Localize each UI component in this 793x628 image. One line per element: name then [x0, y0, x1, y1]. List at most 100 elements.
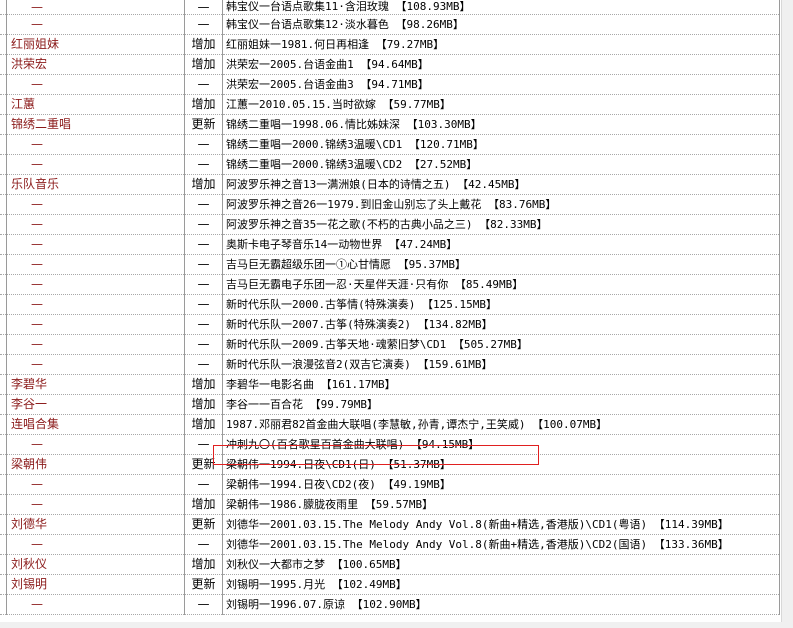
- artist-cell[interactable]: —: [6, 494, 185, 515]
- artist-cell[interactable]: —: [6, 334, 185, 355]
- artist-cell[interactable]: —: [6, 534, 185, 555]
- action-cell[interactable]: —: [184, 214, 223, 235]
- table-row[interactable]: 刘秋仪 增加 刘秋仪一大都市之梦 【100.65MB】: [0, 554, 780, 575]
- table-row[interactable]: — 增加 梁朝伟一1986.朦胧夜雨里 【59.57MB】: [0, 494, 780, 515]
- action-cell[interactable]: 更新: [184, 514, 223, 535]
- table-row[interactable]: — — 锦绣二重唱一2000.锦绣3温暖\CD1 【120.71MB】: [0, 134, 780, 155]
- action-cell[interactable]: —: [184, 154, 223, 175]
- album-cell[interactable]: 红丽姐妹一1981.何日再相逢 【79.27MB】: [222, 34, 780, 55]
- table-row[interactable]: 洪荣宏 增加 洪荣宏一2005.台语金曲1 【94.64MB】: [0, 54, 780, 75]
- album-cell[interactable]: 洪荣宏一2005.台语金曲3 【94.71MB】: [222, 74, 780, 95]
- artist-cell[interactable]: —: [6, 314, 185, 335]
- action-cell[interactable]: —: [184, 534, 223, 555]
- artist-cell[interactable]: —: [6, 194, 185, 215]
- table-row[interactable]: — — 刘德华一2001.03.15.The Melody Andy Vol.8(新…: [0, 534, 780, 555]
- action-cell[interactable]: 增加: [184, 394, 223, 415]
- horizontal-scrollbar[interactable]: [0, 622, 793, 628]
- album-cell[interactable]: 阿波罗乐神之音35一花之歌(不朽的古典小品之三) 【82.33MB】: [222, 214, 780, 235]
- album-cell[interactable]: 新时代乐队一2007.古筝(特殊演奏2) 【134.82MB】: [222, 314, 780, 335]
- album-cell[interactable]: 李碧华一电影名曲 【161.17MB】: [222, 374, 780, 395]
- table-row[interactable]: — — 奥斯卡电子琴音乐14一动物世界 【47.24MB】: [0, 234, 780, 255]
- artist-cell[interactable]: 江蕙: [6, 94, 185, 115]
- action-cell[interactable]: —: [184, 254, 223, 275]
- action-cell[interactable]: —: [184, 594, 223, 615]
- action-cell[interactable]: —: [184, 334, 223, 355]
- album-cell[interactable]: 刘德华一2001.03.15.The Melody Andy Vol.8(新曲+…: [222, 534, 780, 555]
- artist-cell[interactable]: —: [6, 14, 185, 35]
- table-row[interactable]: 刘德华 更新 刘德华一2001.03.15.The Melody Andy Vol.…: [0, 514, 780, 535]
- table-row[interactable]: — — 新时代乐队一2007.古筝(特殊演奏2) 【134.82MB】: [0, 314, 780, 335]
- artist-cell[interactable]: —: [6, 154, 185, 175]
- artist-cell[interactable]: —: [6, 294, 185, 315]
- table-row[interactable]: 李谷一 增加 李谷一一百合花 【99.79MB】: [0, 394, 780, 415]
- table-row[interactable]: — — 新时代乐队一2009.古筝天地·魂萦旧梦\CD1 【505.27MB】: [0, 334, 780, 355]
- album-cell[interactable]: 冲刺九〇(百名歌星百首金曲大联唱) 【94.15MB】: [222, 434, 780, 455]
- action-cell[interactable]: —: [184, 314, 223, 335]
- artist-cell[interactable]: —: [6, 0, 185, 15]
- table-row[interactable]: — — 阿波罗乐神之音26一1979.到旧金山别忘了头上戴花 【83.76MB】: [0, 194, 780, 215]
- album-cell[interactable]: 新时代乐队一浪漫弦音2(双吉它演奏) 【159.61MB】: [222, 354, 780, 375]
- action-cell[interactable]: 增加: [184, 34, 223, 55]
- artist-cell[interactable]: 刘秋仪: [6, 554, 185, 575]
- album-cell[interactable]: 梁朝伟一1994.日夜\CD2(夜) 【49.19MB】: [222, 474, 780, 495]
- action-cell[interactable]: 增加: [184, 554, 223, 575]
- table-row[interactable]: — — 韩宝仪一台语点歌集12·淡水暮色 【98.26MB】: [0, 14, 780, 35]
- album-cell[interactable]: 江蕙一2010.05.15.当时欲嫁 【59.77MB】: [222, 94, 780, 115]
- album-cell[interactable]: 梁朝伟一1986.朦胧夜雨里 【59.57MB】: [222, 494, 780, 515]
- vertical-scrollbar[interactable]: [781, 0, 793, 628]
- artist-cell[interactable]: —: [6, 234, 185, 255]
- album-cell[interactable]: 刘锡明一1996.07.原谅 【102.90MB】: [222, 594, 780, 615]
- table-row[interactable]: — — 新时代乐队一2000.古筝情(特殊演奏) 【125.15MB】: [0, 294, 780, 315]
- action-cell[interactable]: —: [184, 294, 223, 315]
- table-row[interactable]: — — 冲刺九〇(百名歌星百首金曲大联唱) 【94.15MB】: [0, 434, 780, 455]
- album-cell[interactable]: 韩宝仪一台语点歌集11·含泪玫瑰 【108.93MB】: [222, 0, 780, 15]
- album-cell[interactable]: 刘德华一2001.03.15.The Melody Andy Vol.8(新曲+…: [222, 514, 780, 535]
- table-row[interactable]: — — 锦绣二重唱一2000.锦绣3温暖\CD2 【27.52MB】: [0, 154, 780, 175]
- album-cell[interactable]: 新时代乐队一2009.古筝天地·魂萦旧梦\CD1 【505.27MB】: [222, 334, 780, 355]
- artist-cell[interactable]: 红丽姐妹: [6, 34, 185, 55]
- artist-cell[interactable]: —: [6, 474, 185, 495]
- table-row[interactable]: — — 阿波罗乐神之音35一花之歌(不朽的古典小品之三) 【82.33MB】: [0, 214, 780, 235]
- album-cell[interactable]: 刘锡明一1995.月光 【102.49MB】: [222, 574, 780, 595]
- action-cell[interactable]: —: [184, 0, 223, 15]
- table-row[interactable]: — — 吉马巨无霸超级乐团一①心甘情愿 【95.37MB】: [0, 254, 780, 275]
- artist-cell[interactable]: 梁朝伟: [6, 454, 185, 475]
- action-cell[interactable]: —: [184, 274, 223, 295]
- table-row[interactable]: 乐队音乐 增加 阿波罗乐神之音13一满洲娘(日本的诗情之五) 【42.45MB】: [0, 174, 780, 195]
- table-row[interactable]: 李碧华 增加 李碧华一电影名曲 【161.17MB】: [0, 374, 780, 395]
- artist-cell[interactable]: —: [6, 434, 185, 455]
- artist-cell[interactable]: —: [6, 134, 185, 155]
- action-cell[interactable]: —: [184, 474, 223, 495]
- artist-cell[interactable]: 锦绣二重唱: [6, 114, 185, 135]
- action-cell[interactable]: —: [184, 434, 223, 455]
- table-row[interactable]: — — 刘锡明一1996.07.原谅 【102.90MB】: [0, 594, 780, 615]
- album-cell[interactable]: 李谷一一百合花 【99.79MB】: [222, 394, 780, 415]
- table-row[interactable]: — — 梁朝伟一1994.日夜\CD2(夜) 【49.19MB】: [0, 474, 780, 495]
- table-row[interactable]: 连唱合集 增加 1987.邓丽君82首金曲大联唱(李慧敏,孙青,谭杰宁,王笑威) 【…: [0, 414, 780, 435]
- action-cell[interactable]: 增加: [184, 374, 223, 395]
- action-cell[interactable]: 更新: [184, 454, 223, 475]
- artist-cell[interactable]: 李碧华: [6, 374, 185, 395]
- table-row[interactable]: — — 吉马巨无霸电子乐团一忍·天星伴天涯·只有你 【85.49MB】: [0, 274, 780, 295]
- table-row[interactable]: 江蕙 增加 江蕙一2010.05.15.当时欲嫁 【59.77MB】: [0, 94, 780, 115]
- action-cell[interactable]: 增加: [184, 174, 223, 195]
- album-cell[interactable]: 新时代乐队一2000.古筝情(特殊演奏) 【125.15MB】: [222, 294, 780, 315]
- album-cell[interactable]: 韩宝仪一台语点歌集12·淡水暮色 【98.26MB】: [222, 14, 780, 35]
- artist-cell[interactable]: —: [6, 594, 185, 615]
- action-cell[interactable]: 增加: [184, 54, 223, 75]
- album-cell[interactable]: 吉马巨无霸超级乐团一①心甘情愿 【95.37MB】: [222, 254, 780, 275]
- table-row[interactable]: 刘锡明 更新 刘锡明一1995.月光 【102.49MB】: [0, 574, 780, 595]
- album-cell[interactable]: 刘秋仪一大都市之梦 【100.65MB】: [222, 554, 780, 575]
- action-cell[interactable]: —: [184, 134, 223, 155]
- album-cell[interactable]: 吉马巨无霸电子乐团一忍·天星伴天涯·只有你 【85.49MB】: [222, 274, 780, 295]
- album-cell[interactable]: 奥斯卡电子琴音乐14一动物世界 【47.24MB】: [222, 234, 780, 255]
- table-row[interactable]: — — 新时代乐队一浪漫弦音2(双吉它演奏) 【159.61MB】: [0, 354, 780, 375]
- table-row[interactable]: 梁朝伟 更新 梁朝伟一1994.日夜\CD1(日) 【51.37MB】: [0, 454, 780, 475]
- action-cell[interactable]: —: [184, 354, 223, 375]
- artist-cell[interactable]: 刘锡明: [6, 574, 185, 595]
- action-cell[interactable]: —: [184, 74, 223, 95]
- table-row[interactable]: — — 洪荣宏一2005.台语金曲3 【94.71MB】: [0, 74, 780, 95]
- album-cell[interactable]: 洪荣宏一2005.台语金曲1 【94.64MB】: [222, 54, 780, 75]
- action-cell[interactable]: 更新: [184, 114, 223, 135]
- album-cell[interactable]: 1987.邓丽君82首金曲大联唱(李慧敏,孙青,谭杰宁,王笑威) 【100.07…: [222, 414, 780, 435]
